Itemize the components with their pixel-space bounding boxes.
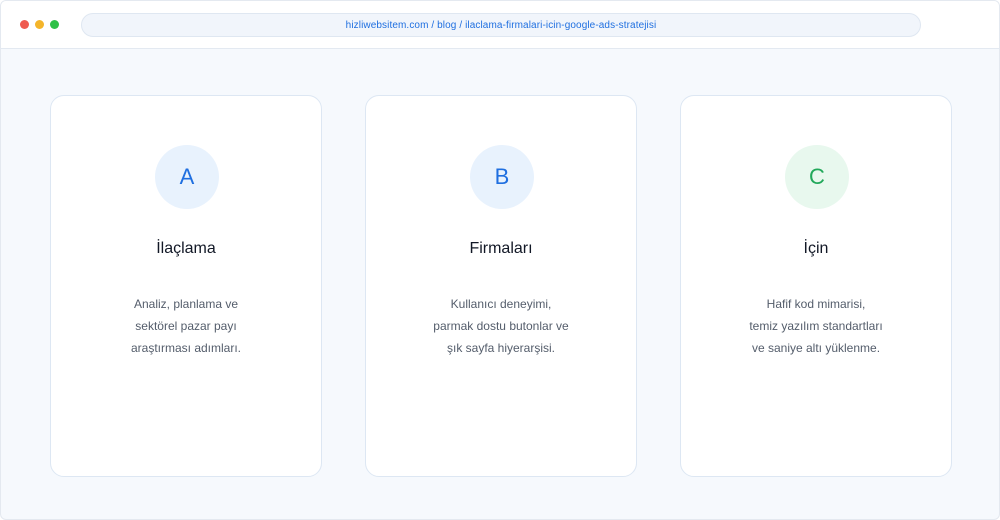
- card-description: Kullanıcı deneyimi, parmak dostu butonla…: [366, 293, 636, 359]
- browser-window: hizliwebsitem.com / blog / ilaclama-firm…: [0, 0, 1000, 520]
- card-description-line: ve saniye altı yüklenme.: [751, 341, 881, 355]
- card-description-line: Hafif kod mimarisi,: [766, 297, 866, 311]
- feature-card-icin: C İçin Hafif kod mimarisi, temiz yazılım…: [680, 95, 952, 477]
- minimize-window-button[interactable]: [35, 20, 44, 29]
- card-description-line: araştırması adımları.: [130, 341, 242, 355]
- card-title: İçin: [803, 240, 829, 257]
- card-badge-a: A: [155, 145, 219, 209]
- card-description-line: sektörel pazar payı: [135, 319, 237, 333]
- card-badge-c: C: [785, 145, 849, 209]
- card-description-line: şık sayfa hiyerarşisi.: [446, 341, 556, 355]
- card-description: Analiz, planlama ve sektörel pazar payı …: [51, 293, 321, 359]
- feature-card-ilaclama: A İlaçlama Analiz, planlama ve sektörel …: [50, 95, 322, 477]
- card-title: Firmaları: [469, 240, 533, 257]
- card-description-line: temiz yazılım standartları: [749, 319, 883, 333]
- browser-titlebar: hizliwebsitem.com / blog / ilaclama-firm…: [1, 1, 999, 49]
- card-description-line: Kullanıcı deneyimi,: [450, 297, 552, 311]
- card-description-line: parmak dostu butonlar ve: [433, 319, 569, 333]
- feature-cards: A İlaçlama Analiz, planlama ve sektörel …: [50, 95, 952, 477]
- window-controls: [20, 20, 59, 29]
- card-description-line: Analiz, planlama ve: [133, 297, 239, 311]
- card-badge-b: B: [470, 145, 534, 209]
- card-title: İlaçlama: [156, 240, 216, 257]
- feature-card-firmalari: B Firmaları Kullanıcı deneyimi, parmak d…: [365, 95, 637, 477]
- badge-letter: A: [179, 164, 195, 189]
- zoom-window-button[interactable]: [50, 20, 59, 29]
- badge-letter: C: [809, 164, 825, 189]
- card-description: Hafif kod mimarisi, temiz yazılım standa…: [681, 293, 951, 359]
- badge-letter: B: [494, 164, 510, 189]
- address-bar-url: hizliwebsitem.com / blog / ilaclama-firm…: [345, 19, 657, 31]
- close-window-button[interactable]: [20, 20, 29, 29]
- address-bar[interactable]: hizliwebsitem.com / blog / ilaclama-firm…: [81, 13, 921, 37]
